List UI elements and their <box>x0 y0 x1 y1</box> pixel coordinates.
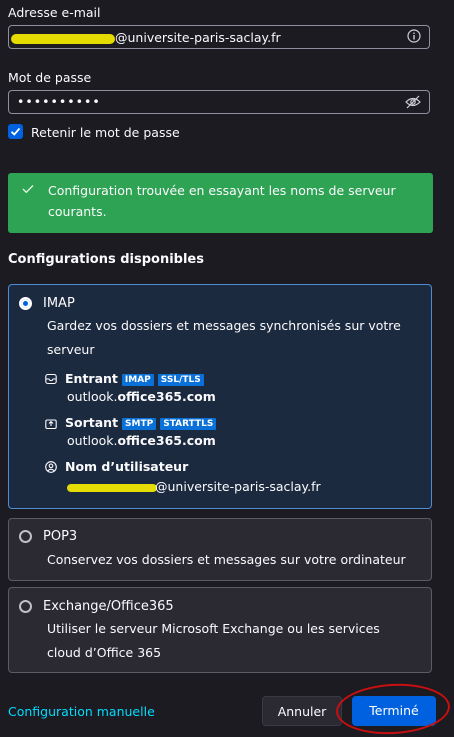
tag-starttls: STARTTLS <box>160 418 217 430</box>
remember-checkbox[interactable] <box>8 124 23 139</box>
checkmark-icon <box>22 185 34 194</box>
tag-imap: IMAP <box>121 374 154 386</box>
password-label: Mot de passe <box>8 70 92 85</box>
option-description: Conservez vos dossiers et messages sur v… <box>47 552 406 567</box>
option-title: Exchange/Office365 <box>43 599 174 614</box>
config-option-pop3[interactable]: POP3 Conservez vos dossiers et messages … <box>8 518 432 581</box>
banner-text: Configuration trouvée en essayant les no… <box>48 183 396 219</box>
username-label: Nom d’utilisateur <box>65 459 189 474</box>
incoming-row: Entrant IMAP SSL/TLS <box>65 371 204 386</box>
tag-smtp: SMTP <box>122 418 157 430</box>
host-prefix: outlook. <box>67 389 118 404</box>
email-field[interactable]: @universite-paris-saclay.fr <box>8 25 430 49</box>
host-domain: office365.com <box>117 389 216 404</box>
outgoing-label: Sortant <box>65 415 119 430</box>
password-value: •••••••••• <box>17 94 101 109</box>
host-domain: office365.com <box>117 433 216 448</box>
username-value: @universite-paris-saclay.fr <box>155 479 321 494</box>
radio-pop3[interactable] <box>19 530 32 543</box>
incoming-host: outlook.office365.com <box>67 389 216 404</box>
info-icon[interactable] <box>407 29 421 43</box>
outgoing-host: outlook.office365.com <box>67 433 216 448</box>
email-value: @universite-paris-saclay.fr <box>115 30 281 45</box>
option-title: IMAP <box>43 296 75 311</box>
annotation-circle <box>334 681 452 737</box>
success-banner: Configuration trouvée en essayant les no… <box>8 173 433 233</box>
redaction-mark <box>11 34 115 44</box>
manual-config-link[interactable]: Configuration manuelle <box>8 704 155 719</box>
outgoing-row: Sortant SMTP STARTTLS <box>65 415 217 430</box>
option-title: POP3 <box>43 529 78 544</box>
option-description: Gardez vos dossiers et messages synchron… <box>47 318 401 357</box>
redaction-mark <box>67 484 157 492</box>
hide-password-icon[interactable] <box>405 95 421 109</box>
inbox-icon <box>45 373 57 385</box>
check-icon <box>10 127 21 136</box>
host-prefix: outlook. <box>67 433 118 448</box>
config-option-imap[interactable]: IMAP Gardez vos dossiers et messages syn… <box>8 284 432 509</box>
incoming-label: Entrant <box>65 371 118 386</box>
tag-ssl: SSL/TLS <box>157 374 204 386</box>
radio-exchange[interactable] <box>19 600 32 613</box>
cancel-button[interactable]: Annuler <box>262 696 342 726</box>
user-icon <box>45 461 57 473</box>
radio-imap[interactable] <box>19 297 32 310</box>
email-label: Adresse e-mail <box>8 5 101 20</box>
remember-label: Retenir le mot de passe <box>31 125 180 140</box>
config-option-exchange[interactable]: Exchange/Office365 Utiliser le serveur M… <box>8 587 432 673</box>
option-description: Utiliser le serveur Microsoft Exchange o… <box>47 621 380 660</box>
outbox-icon <box>45 419 57 430</box>
password-field[interactable]: •••••••••• <box>8 90 430 114</box>
username-row: Nom d’utilisateur <box>65 459 188 474</box>
configs-heading: Configurations disponibles <box>8 252 204 267</box>
